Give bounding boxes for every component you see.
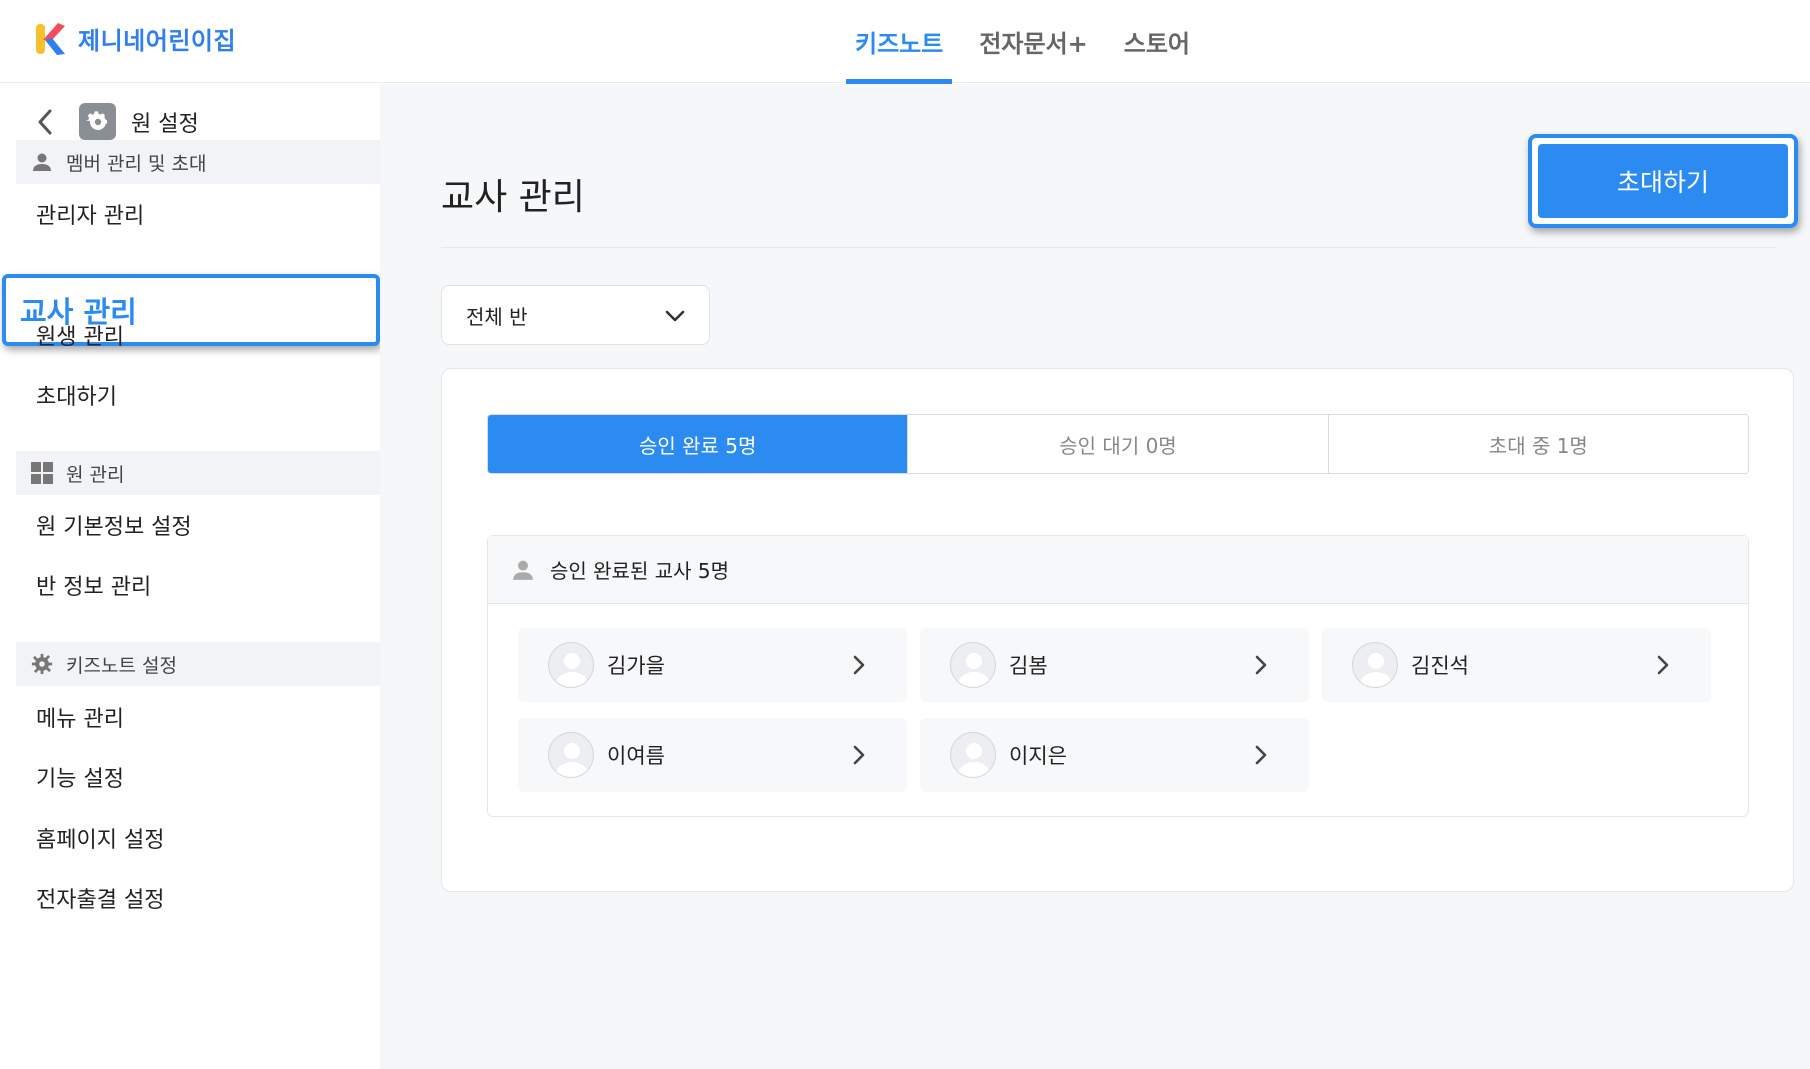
person-icon [512,557,538,583]
sidebar-item-class-info[interactable]: 반 정보 관리 [36,573,151,603]
grid-icon [30,461,54,485]
nav-tab-kidsnote[interactable]: 키즈노트 [846,0,953,84]
brand-name: 제니네어린이집 [78,26,237,55]
avatar-icon [1352,642,1398,688]
tab-approved[interactable]: 승인 완료 5명 [488,415,909,473]
sidebar-item-attendance[interactable]: 전자출결 설정 [36,886,164,916]
chevron-right-icon [1657,655,1669,675]
teacher-list-title: 승인 완료된 교사 5명 [550,559,729,583]
class-filter-value: 전체 반 [466,304,528,329]
sidebar-item-center-info[interactable]: 원 기본정보 설정 [36,513,192,543]
sidebar-title: 원 설정 [131,112,199,137]
teacher-name: 김가을 [607,654,665,678]
chevron-right-icon [853,745,865,765]
global-nav: 키즈노트 전자문서+ 스토어 [846,0,1217,84]
tab-pending[interactable]: 승인 대기 0명 [908,415,1329,473]
page-title: 교사 관리 [441,177,585,218]
chevron-right-icon [853,655,865,675]
teacher-list: 승인 완료된 교사 5명 김가을 김봄 김진석 이여름 이지은 [487,535,1749,817]
nav-tab-edoc[interactable]: 전자문서+ [970,0,1096,83]
sidebar-item-features[interactable]: 기능 설정 [36,765,124,795]
teacher-card[interactable]: 이지은 [920,718,1309,792]
sidebar-item-students[interactable]: 원생 관리 [36,323,124,353]
section-header-kidsnote: 키즈노트 설정 [16,642,380,686]
teacher-card[interactable]: 김진석 [1322,628,1711,702]
section-header-center: 원 관리 [16,451,380,495]
sidebar-item-homepage[interactable]: 홈페이지 설정 [36,826,164,856]
section-label: 멤버 관리 및 초대 [66,152,207,175]
section-label: 키즈노트 설정 [66,654,177,677]
nav-tab-store[interactable]: 스토어 [1115,0,1199,83]
teacher-name: 이지은 [1009,744,1067,768]
chevron-down-icon [665,310,685,322]
back-arrow-icon[interactable] [30,106,60,138]
avatar-icon [548,642,594,688]
teacher-card[interactable]: 이여름 [518,718,907,792]
teacher-panel: 승인 완료 5명 승인 대기 0명 초대 중 1명 승인 완료된 교사 5명 김… [441,368,1794,892]
class-filter-select[interactable]: 전체 반 [441,285,710,345]
sidebar: 원 설정 멤버 관리 및 초대 관리자 관리 교사 관리 원생 관리 초대하기 … [2,84,380,1069]
tab-inviting[interactable]: 초대 중 1명 [1328,415,1748,473]
status-tabs: 승인 완료 5명 승인 대기 0명 초대 중 1명 [487,414,1749,474]
avatar-icon [548,732,594,778]
sidebar-item-admin[interactable]: 관리자 관리 [36,202,144,232]
kidsnote-logo-icon [36,23,65,55]
sidebar-item-menu[interactable]: 메뉴 관리 [36,705,124,735]
top-bar: 제니네어린이집 키즈노트 전자문서+ 스토어 [0,0,1810,84]
chevron-right-icon [1255,745,1267,765]
teacher-name: 김진석 [1411,654,1469,678]
section-label: 원 관리 [66,463,125,486]
person-icon [30,150,54,174]
main-content: 교사 관리 초대하기 전체 반 승인 완료 5명 승인 대기 0명 초대 중 1… [380,84,1810,1069]
teacher-name: 이여름 [607,744,665,768]
teacher-card[interactable]: 김봄 [920,628,1309,702]
invite-button[interactable]: 초대하기 [1528,134,1798,228]
chevron-right-icon [1255,655,1267,675]
avatar-icon [950,642,996,688]
teacher-card[interactable]: 김가을 [518,628,907,702]
section-header-members: 멤버 관리 및 초대 [16,140,380,184]
sidebar-item-invite[interactable]: 초대하기 [36,383,117,413]
avatar-icon [950,732,996,778]
teacher-name: 김봄 [1009,654,1048,678]
brand[interactable]: 제니네어린이집 [34,18,236,58]
gear-icon [30,652,54,676]
invite-button-label: 초대하기 [1538,144,1788,218]
teacher-list-header: 승인 완료된 교사 5명 [488,536,1748,604]
gear-icon [79,103,116,140]
